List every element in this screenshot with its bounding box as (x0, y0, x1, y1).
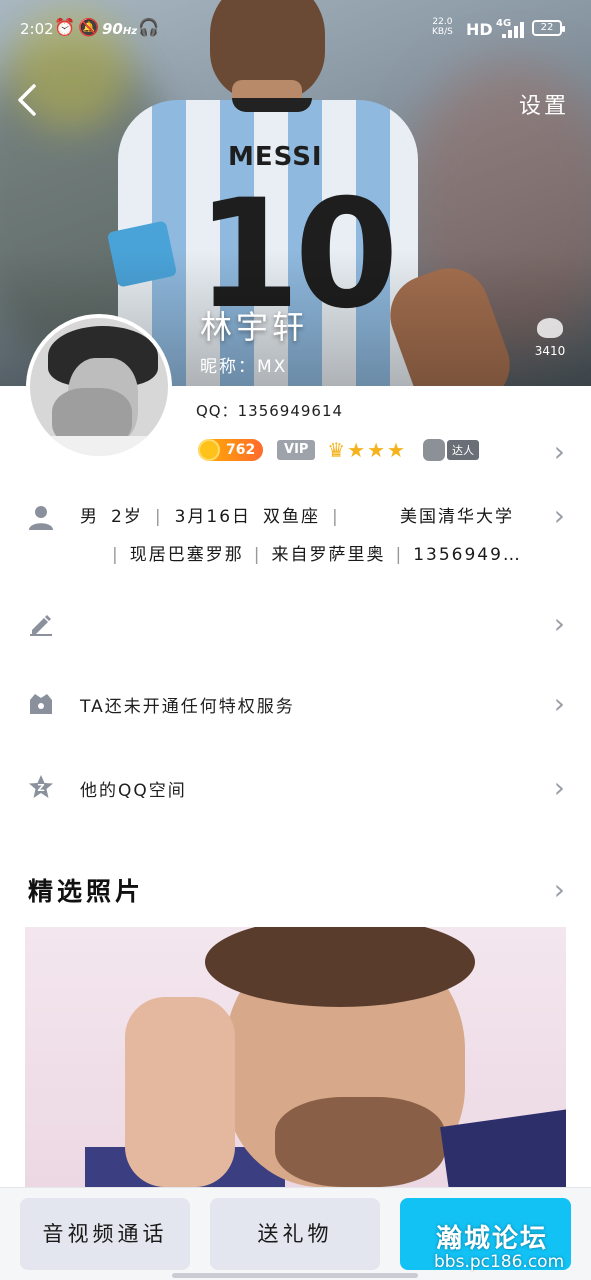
battery-icon: 22 (532, 20, 565, 36)
chevron-right-icon[interactable]: › (554, 438, 565, 466)
vip-badge[interactable]: VIP (277, 440, 316, 460)
back-button[interactable] (14, 82, 48, 122)
divider: | (332, 507, 340, 527)
zodiac: 双鱼座 (263, 507, 321, 527)
star-icon: ★ (347, 438, 366, 462)
person-icon (29, 506, 53, 530)
chevron-right-icon: › (553, 499, 565, 532)
sun-level-icon (198, 439, 220, 461)
divider: | (253, 545, 262, 565)
qq-label: QQ： (196, 402, 238, 420)
privilege-crown-icon (30, 694, 52, 714)
privilege-row[interactable]: TA还未开通任何特权服务 › (0, 688, 591, 720)
chevron-right-icon: › (553, 687, 565, 720)
refresh-rate-value: 90 (102, 20, 123, 38)
avatar[interactable] (26, 314, 172, 460)
refresh-rate-unit: Hz (122, 26, 138, 37)
profile-details-row[interactable]: 男 2岁 | 3月16日 双鱼座 | 美国清华大学 | 现居巴塞罗那 | 来自罗萨里奥 | 1356… (0, 498, 591, 572)
divider: | (154, 507, 163, 527)
hometown: 来自罗萨里奥 (271, 545, 386, 565)
profile-basic-info: 男 2岁 | 3月16日 双鱼座 | (80, 502, 352, 527)
divider: | (112, 545, 120, 565)
chevron-right-icon: › (553, 771, 565, 804)
chevron-right-icon: › (553, 607, 565, 640)
chevron-right-icon[interactable]: › (554, 876, 565, 904)
net-speed-value: 22.0 (432, 17, 453, 27)
nickname-label: 昵称： (200, 357, 257, 377)
display-name: 林宇轩 (200, 308, 309, 346)
profile-location-info: | 现居巴塞罗那 | 来自罗萨里奥 | 1356949… (112, 540, 542, 565)
divider: | (395, 545, 404, 565)
video-call-button[interactable]: 音视频通话 (20, 1198, 190, 1270)
expert-label: 达人 (446, 440, 479, 460)
birthday: 3月16日 (174, 507, 252, 527)
svg-text:Z: Z (37, 783, 44, 794)
photo-thumbs-up (125, 997, 235, 1187)
qq-value: 1356949614 (237, 402, 344, 420)
expert-badge[interactable]: 达人 (422, 439, 479, 461)
hd-indicator: HD (466, 20, 493, 39)
cloud-like-icon (537, 318, 563, 338)
privilege-text: TA还未开通任何特权服务 (80, 697, 295, 717)
location: 现居巴塞罗那 (129, 545, 244, 565)
level-value: 762 (226, 442, 256, 458)
like-button[interactable]: 3410 (530, 318, 570, 358)
headphones-icon: 🎧 (138, 18, 160, 38)
school: 美国清华大学 (400, 507, 514, 527)
watermark-text: 瀚城论坛 (436, 1224, 549, 1254)
signature-row[interactable]: › (0, 608, 591, 640)
featured-photos-title: 精选照片 (28, 877, 145, 906)
badge-row[interactable]: 762 VIP ♛ ★ ★ ★ 达人 (198, 436, 479, 464)
mute-icon: 🔕 (78, 18, 100, 38)
qzone-row[interactable]: Z 他的QQ空间 › (0, 772, 591, 804)
home-indicator[interactable] (172, 1273, 418, 1278)
photo-beard (275, 1097, 445, 1187)
alarm-icon: ⏰ (54, 18, 76, 38)
refresh-rate: 90Hz (102, 20, 137, 38)
watermark-url: bbs.pc186.com (434, 1252, 565, 1272)
signal-icon (502, 22, 526, 38)
status-bar: 2:02 ⏰ 🔕 90Hz 🎧 22.0 KB/S HD 4G 22 (0, 0, 591, 60)
status-time: 2:02 (20, 20, 54, 38)
battery-level: 22 (540, 22, 554, 33)
nickname-value: MX (257, 357, 288, 377)
crown-icon: ♛ (327, 438, 346, 462)
star-icon: ★ (387, 438, 405, 462)
qzone-star-icon: Z (29, 775, 53, 798)
cover-jersey-collar (232, 98, 312, 112)
qq-truncated: 1356949… (413, 545, 522, 565)
featured-photo[interactable] (25, 927, 566, 1187)
nickname: 昵称：MX (200, 352, 287, 377)
avatar-shirt (30, 436, 168, 456)
like-count: 3410 (534, 344, 566, 358)
net-speed-unit: KB/S (432, 27, 453, 37)
qzone-text: 他的QQ空间 (80, 781, 187, 801)
net-speed: 22.0 KB/S (432, 17, 453, 37)
send-gift-button[interactable]: 送礼物 (210, 1198, 380, 1270)
qq-number: QQ：1356949614 (196, 400, 343, 421)
settings-button[interactable]: 设置 (519, 88, 569, 120)
gender: 男 (80, 507, 99, 527)
wing-icon (422, 439, 445, 461)
pencil-icon (30, 615, 52, 636)
star-icon: ★ (367, 438, 386, 462)
level-badge[interactable]: 762 (198, 439, 264, 461)
chevron-left-icon (18, 84, 36, 116)
age: 2岁 (111, 507, 143, 527)
